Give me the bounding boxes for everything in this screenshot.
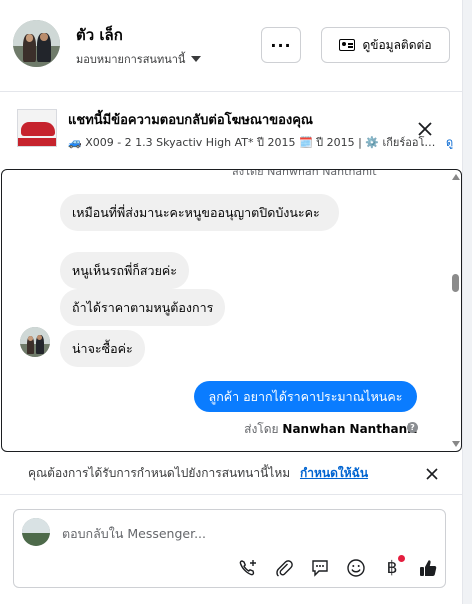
contact-card-icon [339, 39, 356, 51]
notification-dot [398, 555, 405, 562]
ad-subtitle: 🚙 X009 - 2 1.3 Skyactiv High AT* ปี 2015… [68, 136, 438, 149]
contact-name[interactable]: ตัว เล็ก [76, 23, 123, 47]
like-icon[interactable] [416, 556, 440, 580]
scroll-down-arrow-icon[interactable] [452, 441, 460, 447]
incoming-message[interactable]: น่าจะซื้อค่ะ [60, 330, 145, 367]
outgoing-message[interactable]: ลูกค้า อยากได้ราคาประมาณไหนคะ [194, 381, 417, 412]
reply-composer[interactable]: ตอบกลับใน Messenger... ฿ [13, 509, 446, 588]
scroll-up-arrow-icon[interactable] [452, 174, 460, 180]
message-thread[interactable]: ส่งโดย Nanwhan Nanthanit เหมือนที่พี่ส่ง… [1, 169, 462, 452]
contact-avatar[interactable] [13, 20, 60, 67]
assign-dropdown[interactable]: มอบหมายการสนทนานี้ [76, 50, 202, 68]
ad-thumbnail[interactable] [17, 109, 57, 147]
assign-question: คุณต้องการได้รับการกำหนดไปยังการสนทนานี้… [28, 466, 291, 480]
reply-input[interactable]: ตอบกลับใน Messenger... [62, 524, 206, 544]
conversation-header: ตัว เล็ก มอบหมายการสนทนานี้ ··· ดูข้อมูล… [0, 0, 462, 92]
ad-context-banner: แชทนี้มีข้อความตอบกลับต่อโฆษณาของคุณ 🚙 X… [0, 93, 472, 165]
composer-area: ตอบกลับใน Messenger... ฿ [0, 494, 462, 604]
incoming-message[interactable]: เหมือนที่พี่ส่งมานะคะหนูขออนุญาตปิดบังนะ… [60, 194, 339, 231]
view-ad-link[interactable]: ดู [446, 133, 453, 151]
incoming-message[interactable]: หนูเห็นรถพี่ก็สวยค่ะ [60, 252, 189, 289]
assign-label: มอบหมายการสนทนานี้ [76, 53, 186, 66]
help-icon[interactable]: ? [407, 422, 418, 433]
cut-off-sent-by: ส่งโดย Nanwhan Nanthanit [232, 169, 377, 178]
emoji-icon[interactable] [344, 556, 368, 580]
caret-down-icon [191, 56, 202, 62]
close-icon[interactable] [424, 466, 440, 482]
assign-to-me-link[interactable]: กำหนดให้ฉัน [300, 466, 368, 480]
close-icon[interactable] [416, 120, 434, 138]
incoming-message[interactable]: ถ้าได้ราคาตามหนูต้องการ [60, 289, 226, 326]
view-contact-label: ดูข้อมูลติดต่อ [362, 37, 432, 52]
page-avatar [22, 518, 50, 546]
paperclip-icon[interactable] [272, 556, 296, 580]
baht-glyph: ฿ [386, 558, 398, 578]
phone-add-icon[interactable] [236, 556, 260, 580]
panel-edge [462, 0, 472, 604]
sent-by-label: ส่งโดย Nanwhan Nanthanit [244, 420, 417, 439]
view-contact-button[interactable]: ดูข้อมูลติดต่อ [321, 27, 450, 63]
baht-icon[interactable]: ฿ [380, 555, 405, 580]
more-options-button[interactable]: ··· [261, 27, 301, 63]
sender-name: Nanwhan Nanthanit [282, 422, 417, 436]
saved-reply-icon[interactable] [308, 556, 332, 580]
scroll-thumb[interactable] [452, 274, 459, 292]
assign-prompt: คุณต้องการได้รับการกำหนดไปยังการสนทนานี้… [0, 453, 462, 493]
scrollbar[interactable] [450, 170, 461, 451]
composer-toolbar: ฿ [236, 555, 440, 580]
sent-by-prefix: ส่งโดย [244, 422, 279, 436]
sender-avatar [20, 327, 50, 357]
ad-title: แชทนี้มีข้อความตอบกลับต่อโฆษณาของคุณ [68, 113, 313, 128]
